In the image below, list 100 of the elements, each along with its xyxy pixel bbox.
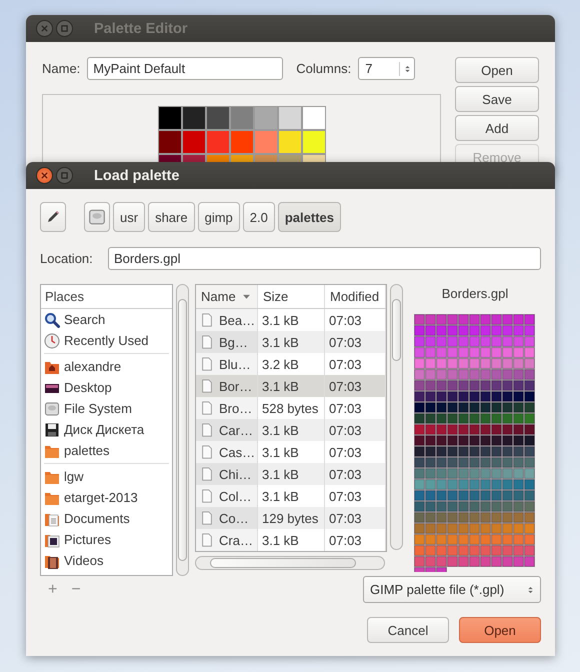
color-swatch[interactable] xyxy=(278,130,302,154)
place-item[interactable]: File System xyxy=(41,398,172,419)
place-item[interactable]: Pictures xyxy=(41,529,172,550)
maximize-icon xyxy=(61,25,68,32)
document-icon xyxy=(200,334,214,350)
file-size: 3.1 kB xyxy=(262,422,299,438)
color-swatch[interactable] xyxy=(254,130,278,154)
file-time: 07:03 xyxy=(329,532,362,548)
color-swatch[interactable] xyxy=(278,106,302,130)
maximize-button[interactable] xyxy=(56,20,73,37)
drive-icon xyxy=(44,400,60,416)
file-name: Car… xyxy=(219,422,253,438)
dialog-button[interactable]: Add xyxy=(455,115,539,141)
path-button[interactable] xyxy=(84,202,110,232)
document-icon xyxy=(200,356,214,372)
document-icon xyxy=(200,510,214,526)
open-button[interactable]: Open xyxy=(459,617,541,643)
pencil-icon xyxy=(45,209,61,225)
sort-arrow-icon xyxy=(242,292,251,301)
scrollbar[interactable] xyxy=(176,284,189,576)
file-row[interactable]: Car… 3.1 kB 07:03 xyxy=(196,419,386,441)
column-header[interactable]: Size xyxy=(258,285,325,308)
place-item[interactable]: lgw xyxy=(41,466,172,487)
location-field[interactable]: Borders.gpl xyxy=(108,247,541,270)
place-item[interactable]: Documents xyxy=(41,508,172,529)
close-button[interactable] xyxy=(36,20,53,37)
color-swatch[interactable] xyxy=(302,130,326,154)
file-time: 07:03 xyxy=(329,422,362,438)
file-size: 3.1 kB xyxy=(262,312,299,328)
color-swatch[interactable] xyxy=(182,106,206,130)
place-item[interactable]: palettes xyxy=(41,440,172,461)
color-swatch[interactable] xyxy=(206,130,230,154)
file-name: Co… xyxy=(219,510,249,526)
close-icon xyxy=(41,172,48,179)
location-label: Location: xyxy=(40,251,94,266)
place-item[interactable]: Диск Дискета xyxy=(41,419,172,440)
document-icon xyxy=(200,400,214,416)
file-size: 3.1 kB xyxy=(262,488,299,504)
file-size: 3.1 kB xyxy=(262,444,299,460)
file-row[interactable]: Co… 129 bytes 07:03 xyxy=(196,507,386,529)
color-swatch[interactable] xyxy=(182,130,206,154)
path-button[interactable]: usr xyxy=(113,202,146,232)
file-row[interactable]: Chi… 3.1 kB 07:03 xyxy=(196,463,386,485)
file-row[interactable]: Cra… 3.1 kB 07:03 xyxy=(196,529,386,551)
column-header[interactable]: Modified xyxy=(325,285,386,308)
place-item[interactable]: Recently Used xyxy=(41,330,172,351)
color-swatch[interactable] xyxy=(230,130,254,154)
maximize-button[interactable] xyxy=(56,167,73,184)
file-name: Bg… xyxy=(219,334,248,350)
file-name: Chi… xyxy=(219,466,252,482)
name-label: Name: xyxy=(42,61,80,76)
path-button[interactable]: gimp xyxy=(198,202,240,232)
preview-title: Borders.gpl xyxy=(442,286,508,303)
clock-icon xyxy=(44,332,60,348)
path-button[interactable]: 2.0 xyxy=(242,202,275,232)
file-time: 07:03 xyxy=(329,488,362,504)
color-swatch[interactable] xyxy=(206,106,230,130)
file-time: 07:03 xyxy=(329,444,362,460)
columns-spinner[interactable]: 7 xyxy=(358,57,416,80)
scrollbar[interactable] xyxy=(390,284,403,550)
name-field[interactable]: MyPaint Default xyxy=(87,57,284,80)
close-button[interactable] xyxy=(36,167,53,184)
color-swatch[interactable] xyxy=(302,106,326,130)
file-time: 07:03 xyxy=(329,400,362,416)
document-icon xyxy=(200,312,214,328)
column-header: Places xyxy=(41,285,172,309)
place-item[interactable]: etarget-2013 xyxy=(41,487,172,508)
column-header[interactable]: Name xyxy=(196,285,258,308)
dialog-button[interactable]: Save xyxy=(455,86,539,112)
file-row[interactable]: Bg… 3.1 kB 07:03 xyxy=(196,331,386,353)
file-size: 3.1 kB xyxy=(262,378,299,394)
cancel-button[interactable]: Cancel xyxy=(367,617,449,643)
file-size: 3.1 kB xyxy=(262,532,299,548)
document-icon xyxy=(200,422,214,438)
path-button[interactable]: palettes xyxy=(278,202,341,232)
color-swatch[interactable] xyxy=(158,106,182,130)
file-name: Cra… xyxy=(219,532,253,548)
window-title: Palette Editor xyxy=(94,20,188,36)
file-row[interactable]: Bor… 3.1 kB 07:03 xyxy=(196,375,386,397)
file-time: 07:03 xyxy=(329,510,362,526)
edit-location-button[interactable] xyxy=(40,202,66,232)
file-size: 528 bytes xyxy=(262,400,318,416)
place-item[interactable]: alexandre xyxy=(41,356,172,377)
place-item[interactable]: Desktop xyxy=(41,377,172,398)
window-title: Load palette xyxy=(94,168,180,184)
file-size: 129 bytes xyxy=(262,510,318,526)
close-icon xyxy=(41,25,48,32)
document-icon xyxy=(200,532,214,548)
color-swatch[interactable] xyxy=(158,130,182,154)
file-name: Col… xyxy=(219,488,252,504)
file-name: Bea… xyxy=(219,312,256,328)
place-item[interactable]: Videos xyxy=(41,550,172,571)
dialog-button[interactable]: Open xyxy=(455,57,539,83)
scrollbar[interactable] xyxy=(195,556,385,570)
color-swatch[interactable] xyxy=(230,106,254,130)
filter-dropdown[interactable]: GIMP palette file (*.gpl) xyxy=(363,576,541,603)
color-swatch[interactable] xyxy=(254,106,278,130)
path-button[interactable]: share xyxy=(148,202,195,232)
floppy-icon xyxy=(44,422,60,438)
place-item[interactable]: Search xyxy=(41,309,172,330)
